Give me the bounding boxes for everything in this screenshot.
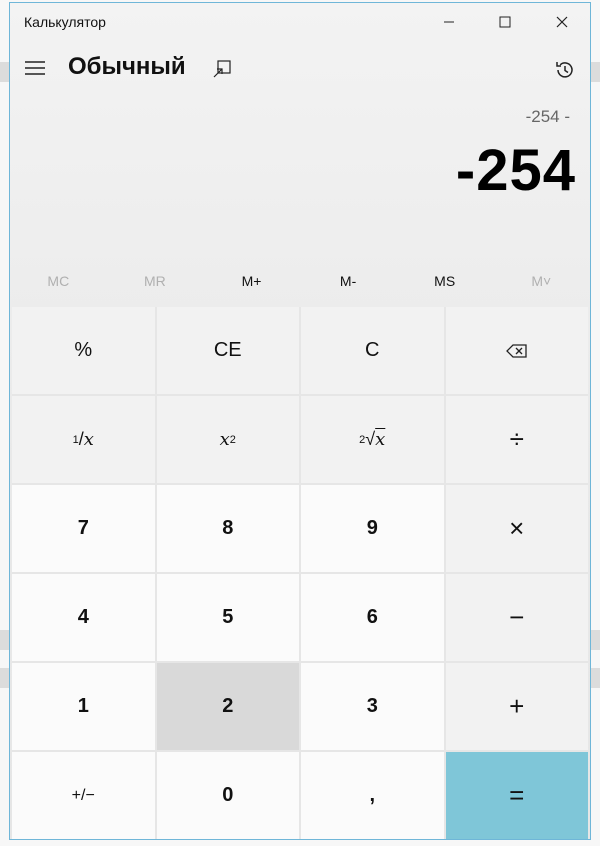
memory-row: MC MR M+ M- MS M˅ [10, 261, 590, 301]
background-window-strip [590, 62, 600, 82]
digit-4-button[interactable]: 4 [12, 574, 155, 661]
square-root-button[interactable]: 2 √ x [301, 396, 444, 483]
multiply-button[interactable]: × [445, 485, 588, 572]
calculator-window: Калькулятор Обычный -254 - -254 MC MR M+… [9, 2, 591, 840]
negate-button[interactable]: +/− [12, 752, 155, 839]
minimize-button[interactable] [421, 3, 477, 41]
close-button[interactable] [534, 3, 590, 41]
memory-add-button[interactable]: M+ [203, 261, 300, 301]
title-bar[interactable]: Калькулятор [10, 3, 590, 41]
digit-6-button[interactable]: 6 [301, 574, 444, 661]
keep-on-top-button[interactable] [208, 55, 236, 83]
keypad: % CE C 1/x x2 2 √ x ÷ 7 8 9 × 4 5 6 − 1 2 … [12, 307, 588, 839]
square-button[interactable]: x2 [156, 396, 299, 483]
equals-button[interactable]: = [445, 752, 588, 839]
memory-list-button[interactable]: M˅ [493, 261, 590, 301]
memory-store-button[interactable]: MS [396, 261, 493, 301]
percent-button[interactable]: % [12, 307, 155, 394]
background-window-strip [590, 668, 600, 688]
calculator-header: Обычный [10, 47, 590, 91]
hamburger-icon [25, 61, 45, 75]
history-icon [556, 62, 573, 78]
digit-9-button[interactable]: 9 [301, 485, 444, 572]
digit-8-button[interactable]: 8 [156, 485, 299, 572]
navigation-menu-button[interactable] [20, 53, 50, 83]
expression-display: -254 - [525, 107, 570, 126]
clear-button[interactable]: C [301, 307, 444, 394]
result-display: -254 [455, 138, 576, 203]
digit-2-button[interactable]: 2 [156, 663, 299, 750]
reciprocal-button[interactable]: 1/x [12, 396, 155, 483]
reciprocal-denominator: x [83, 429, 94, 450]
square-exponent: 2 [229, 433, 236, 446]
mode-title: Обычный [68, 53, 186, 80]
digit-7-button[interactable]: 7 [12, 485, 155, 572]
window-title: Калькулятор [24, 14, 106, 30]
keep-on-top-icon [213, 60, 231, 78]
maximize-button[interactable] [477, 3, 533, 41]
memory-subtract-button[interactable]: M- [300, 261, 397, 301]
background-window-strip [590, 630, 600, 650]
digit-5-button[interactable]: 5 [156, 574, 299, 661]
memory-clear-button[interactable]: MC [10, 261, 107, 301]
backspace-button[interactable] [445, 307, 588, 394]
backspace-icon [505, 343, 527, 358]
radical-sign: √ [365, 429, 376, 449]
maximize-icon [499, 16, 511, 28]
subtract-button[interactable]: − [445, 574, 588, 661]
digit-3-button[interactable]: 3 [301, 663, 444, 750]
square-base: x [219, 429, 230, 450]
close-icon [556, 16, 568, 28]
digit-1-button[interactable]: 1 [12, 663, 155, 750]
add-button[interactable]: + [445, 663, 588, 750]
sqrt-argument: x [375, 429, 386, 450]
minimize-icon [444, 21, 454, 23]
divide-button[interactable]: ÷ [445, 396, 588, 483]
decimal-separator-button[interactable]: , [301, 752, 444, 839]
memory-recall-button[interactable]: MR [107, 261, 204, 301]
history-button[interactable] [550, 55, 580, 85]
clear-entry-button[interactable]: CE [156, 307, 299, 394]
digit-0-button[interactable]: 0 [156, 752, 299, 839]
